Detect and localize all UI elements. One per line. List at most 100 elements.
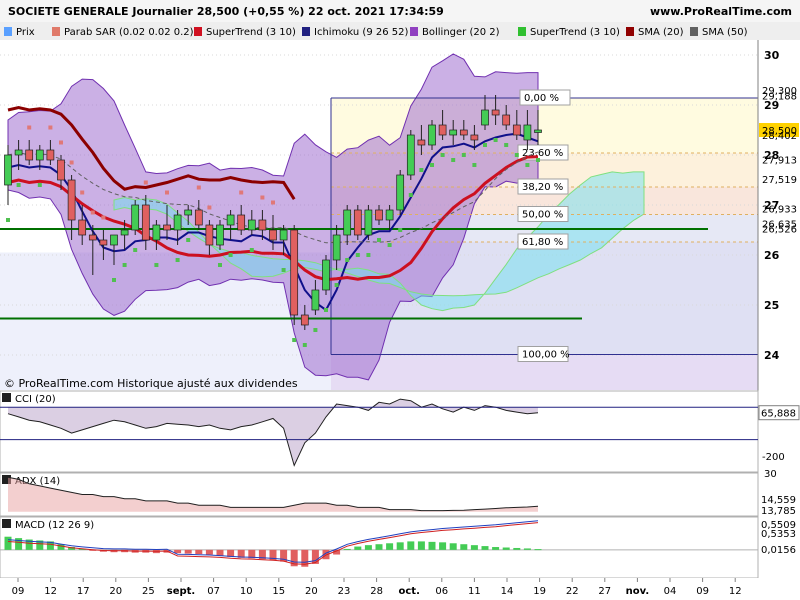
candle-body	[375, 209, 383, 221]
candle-body	[184, 209, 193, 216]
candle-body	[502, 114, 511, 126]
macd-bar	[184, 549, 192, 554]
sar-dot	[249, 248, 254, 252]
sar-dot	[133, 248, 138, 252]
sar-dot	[239, 190, 244, 195]
legend-item: SuperTrend (3 10)	[206, 27, 296, 38]
sar-dot	[6, 218, 10, 222]
x-tick-label: 10	[240, 586, 253, 597]
price-tick: 26	[764, 249, 780, 262]
macd-bar	[460, 544, 468, 550]
macd-bar	[470, 545, 478, 550]
x-tick-label: 22	[566, 586, 579, 597]
macd-bar	[375, 544, 383, 550]
sar-dot	[228, 253, 233, 257]
x-tick-label: 23	[338, 586, 351, 597]
value-tag: 65,888	[761, 409, 796, 420]
axis-tick: 30	[764, 469, 777, 480]
macd-bar	[428, 541, 436, 550]
candle-body	[523, 124, 532, 141]
sar-dot	[345, 258, 350, 262]
macd-bar	[481, 546, 489, 550]
x-tick-label: 12	[44, 586, 57, 597]
value-tag: 14,559	[761, 495, 796, 506]
sar-dot	[302, 343, 307, 347]
sar-dot	[366, 253, 371, 257]
x-tick-label: 15	[272, 586, 285, 597]
legend-swatch	[518, 27, 526, 36]
legend-swatch	[690, 27, 698, 36]
x-axis: 09 12 17 20 25 sept. 07 10 15 20 23 28 oct. 06 11 14 19 2…	[0, 578, 800, 600]
macd-bar	[396, 542, 404, 550]
panel-swatch	[2, 393, 11, 402]
legend-item: Prix	[16, 27, 35, 38]
macd-bar	[4, 536, 12, 550]
candle-body	[428, 124, 436, 146]
x-tick-label: 07	[207, 586, 220, 597]
x-tick-label: nov.	[626, 586, 650, 597]
candle-body	[290, 229, 299, 316]
sar-dot	[90, 210, 95, 215]
sar-dot	[451, 158, 456, 162]
sar-dot	[504, 143, 509, 147]
macd-bar	[343, 548, 351, 550]
sar-dot	[37, 183, 42, 187]
macd-panel: MACD (12 26 9) 0,55090,53530,0156	[0, 516, 796, 579]
sar-dot	[281, 268, 286, 272]
site-label: www.ProRealTime.com	[650, 5, 792, 18]
macd-bar	[492, 547, 500, 550]
candle-body	[470, 134, 479, 141]
sar-dot	[80, 190, 85, 195]
sar-dot	[112, 278, 116, 282]
candle-body	[300, 314, 309, 326]
candle-body	[396, 174, 405, 211]
x-tick-label: 09	[696, 586, 709, 597]
x-tick-label: 17	[77, 586, 90, 597]
candle-body	[4, 154, 12, 186]
candle-body	[269, 229, 277, 241]
price-tag: 28,402	[762, 131, 797, 142]
price-tick: 25	[764, 299, 779, 312]
price-tag: 26,933	[762, 204, 797, 215]
candle-body	[322, 259, 330, 291]
sar-dot	[69, 160, 74, 165]
candle-body	[78, 219, 87, 236]
candle-body	[194, 209, 203, 226]
x-tick-label: 27	[598, 586, 611, 597]
x-tick-label: 12	[729, 586, 742, 597]
macd-bar	[216, 549, 224, 556]
sar-dot	[355, 253, 360, 257]
sar-dot	[387, 243, 392, 247]
candle-body	[258, 219, 267, 231]
legend-swatch	[410, 27, 418, 36]
legend-swatch	[302, 27, 310, 36]
candle-body	[332, 234, 341, 261]
x-tick-label: 11	[468, 586, 481, 597]
candle-body	[205, 224, 214, 246]
candle-body	[311, 289, 320, 311]
candle-body	[131, 204, 140, 231]
x-tick-label: 04	[664, 586, 677, 597]
sar-dot	[122, 263, 127, 267]
candle-body	[57, 159, 65, 181]
sar-dot	[313, 328, 318, 332]
candle-body	[512, 124, 521, 136]
sar-dot	[408, 193, 413, 197]
x-tick-label: 06	[435, 586, 448, 597]
panel-title: MACD (12 26 9)	[15, 520, 94, 531]
fib-label: 61,80 %	[522, 237, 563, 248]
sar-dot	[101, 215, 106, 220]
sar-dot	[398, 228, 403, 232]
price-tick: 24	[764, 349, 780, 362]
legend-swatch	[626, 27, 634, 36]
sar-dot	[324, 308, 328, 312]
sar-dot	[493, 138, 498, 142]
panel-title: CCI (20)	[15, 394, 56, 405]
candle-body	[491, 109, 500, 116]
macd-bar	[449, 543, 457, 550]
macd-bar	[439, 542, 447, 550]
legend-item: Bollinger (20 2)	[422, 27, 500, 38]
legend-item: Parab SAR (0.02 0.02 0.2)	[64, 27, 194, 38]
legend-item: SMA (20)	[638, 27, 684, 38]
candle-body	[385, 209, 394, 221]
